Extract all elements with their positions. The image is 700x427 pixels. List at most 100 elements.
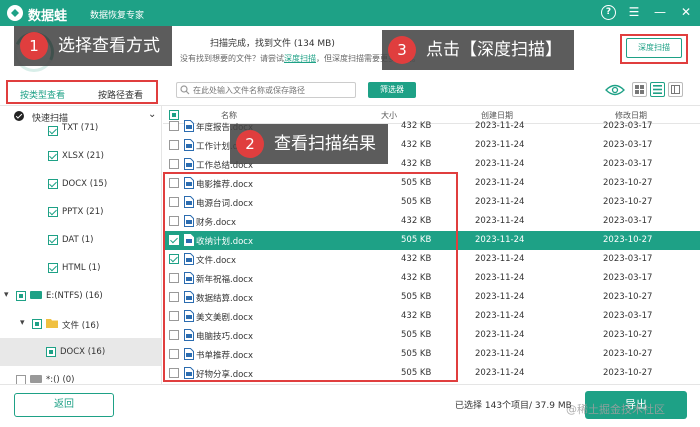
eye-icon[interactable] xyxy=(605,83,625,97)
sidebar-item-unknown-drive[interactable]: *:() (0) xyxy=(0,366,161,384)
docx-file-icon xyxy=(184,158,194,170)
row-checkbox[interactable] xyxy=(169,121,179,131)
title-bar: 数据蛙 数据恢复专家 ? ☰ — ✕ xyxy=(0,0,700,26)
menu-icon[interactable]: ☰ xyxy=(626,4,642,20)
detail-view-icon[interactable] xyxy=(668,82,683,97)
callout-number: 1 xyxy=(20,32,48,60)
minimize-icon[interactable]: — xyxy=(652,4,668,20)
created-date: 2023-11-24 xyxy=(475,235,525,245)
modified-date: 2023-03-17 xyxy=(603,216,653,226)
file-size: 432 KB xyxy=(401,121,432,131)
scan-results-highlight xyxy=(163,172,458,382)
search-icon xyxy=(180,85,190,95)
modified-date: 2023-10-27 xyxy=(603,178,653,188)
sidebar-item-label: DOCX (16) xyxy=(60,347,106,357)
created-date: 2023-11-24 xyxy=(475,349,525,359)
list-view-icon[interactable] xyxy=(650,82,665,97)
sidebar-item-dat[interactable]: DAT (1) xyxy=(0,226,161,254)
callout-choose-view: 1 选择查看方式 xyxy=(14,26,172,66)
sidebar-item-pptx[interactable]: PPTX (21) xyxy=(0,198,161,226)
modified-date: 2023-10-27 xyxy=(603,368,653,378)
modified-date: 2023-10-27 xyxy=(603,292,653,302)
modified-date: 2023-10-27 xyxy=(603,330,653,340)
sidebar-item-label: DOCX (15) xyxy=(62,179,108,189)
drive-icon xyxy=(30,375,42,383)
search-input[interactable] xyxy=(193,84,351,96)
modified-date: 2023-03-17 xyxy=(603,140,653,150)
back-button[interactable]: 返回 xyxy=(14,393,114,417)
sidebar-item-label: *:() (0) xyxy=(46,375,75,384)
frog-logo-icon xyxy=(7,5,23,21)
sidebar-item-docx-folder[interactable]: DOCX (16) xyxy=(0,338,161,366)
sidebar-item-label: TXT (71) xyxy=(62,123,99,133)
created-date: 2023-11-24 xyxy=(475,197,525,207)
bottom-bar: 返回 已选择 143个项目/ 37.9 MB 导出 @稀土掘金技术社区 xyxy=(0,384,700,427)
app-name: 数据蛙 xyxy=(28,9,68,24)
scan-status-text: 扫描完成，找到文件 (134 MB) xyxy=(210,39,335,49)
checkbox[interactable] xyxy=(32,319,42,329)
callout-text: 选择查看方式 xyxy=(58,36,160,56)
scan-hint-text: 没有找到想要的文件？请尝试 xyxy=(180,54,284,63)
callout-view-results: 2 查看扫描结果 xyxy=(230,124,388,164)
modified-date: 2023-03-17 xyxy=(603,159,653,169)
sidebar-item-docx[interactable]: DOCX (15) xyxy=(0,170,161,198)
file-size: 432 KB xyxy=(401,159,432,169)
drive-icon xyxy=(30,291,42,299)
sidebar-item-html[interactable]: HTML (1) xyxy=(0,254,161,282)
checkbox[interactable] xyxy=(16,375,26,384)
created-date: 2023-11-24 xyxy=(475,121,525,131)
created-date: 2023-11-24 xyxy=(475,292,525,302)
sidebar-item-label: 文件 (16) xyxy=(62,321,100,331)
help-icon[interactable]: ? xyxy=(601,4,616,20)
sidebar-item-label: HTML (1) xyxy=(62,263,101,273)
sidebar-item-folder[interactable]: ▾ 文件 (16) xyxy=(0,310,161,338)
checkbox[interactable] xyxy=(48,207,58,217)
created-date: 2023-11-24 xyxy=(475,311,525,321)
callout-deep-scan: 3 点击【深度扫描】 xyxy=(382,30,574,70)
view-tabs-highlight xyxy=(6,80,158,104)
docx-file-icon xyxy=(184,120,194,132)
created-date: 2023-11-24 xyxy=(475,159,525,169)
checkbox[interactable] xyxy=(16,291,26,301)
view-mode-switcher xyxy=(605,82,683,97)
sidebar-item-label: E:(NTFS) (16) xyxy=(46,291,103,301)
checkbox[interactable] xyxy=(48,126,58,136)
modified-date: 2023-03-17 xyxy=(603,121,653,131)
chevron-down-icon[interactable]: ▾ xyxy=(4,290,9,300)
callout-number: 3 xyxy=(388,36,416,64)
modified-date: 2023-03-17 xyxy=(603,273,653,283)
chevron-down-icon[interactable]: ▾ xyxy=(20,318,25,328)
sidebar-item-drive-e[interactable]: ▾ E:(NTFS) (16) xyxy=(0,282,161,310)
selected-info: 已选择 143个项目/ 37.9 MB xyxy=(455,401,572,411)
modified-date: 2023-10-27 xyxy=(603,197,653,207)
checkbox[interactable] xyxy=(46,347,56,357)
modified-date: 2023-10-27 xyxy=(603,349,653,359)
deep-scan-link[interactable]: 深度扫描 xyxy=(284,54,316,63)
row-checkbox[interactable] xyxy=(169,140,179,150)
file-size: 432 KB xyxy=(401,140,432,150)
app-subtitle: 数据恢复专家 xyxy=(90,11,145,21)
watermark: @稀土掘金技术社区 xyxy=(566,403,665,416)
created-date: 2023-11-24 xyxy=(475,178,525,188)
checkbox[interactable] xyxy=(48,151,58,161)
sidebar-item-xlsx[interactable]: XLSX (21) xyxy=(0,142,161,170)
created-date: 2023-11-24 xyxy=(475,216,525,226)
created-date: 2023-11-24 xyxy=(475,330,525,340)
row-checkbox[interactable] xyxy=(169,159,179,169)
sidebar-item-label: DAT (1) xyxy=(62,235,94,245)
close-icon[interactable]: ✕ xyxy=(678,4,694,20)
grid-view-icon[interactable] xyxy=(632,82,647,97)
callout-number: 2 xyxy=(236,130,264,158)
created-date: 2023-11-24 xyxy=(475,368,525,378)
checkbox[interactable] xyxy=(48,235,58,245)
filter-button[interactable]: 筛选器 xyxy=(368,82,416,98)
created-date: 2023-11-24 xyxy=(475,273,525,283)
modified-date: 2023-03-17 xyxy=(603,311,653,321)
checkbox[interactable] xyxy=(48,263,58,273)
checkbox[interactable] xyxy=(48,179,58,189)
folder-icon xyxy=(46,319,58,328)
sidebar-item-label: XLSX (21) xyxy=(62,151,104,161)
deep-scan-highlight xyxy=(620,34,688,64)
created-date: 2023-11-24 xyxy=(475,254,525,264)
search-box[interactable] xyxy=(176,82,356,98)
